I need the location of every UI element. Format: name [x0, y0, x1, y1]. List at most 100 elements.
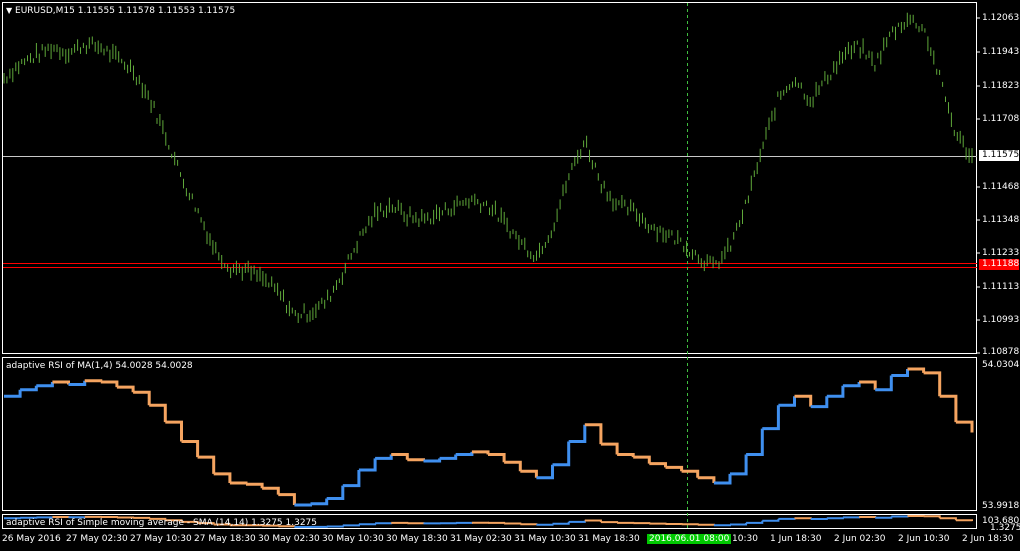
rsi-segment — [552, 441, 571, 467]
rsi-segment — [939, 394, 958, 423]
rsi-top-value: 54.0304 — [982, 360, 1020, 370]
time-label: 1 Jun 18:30 — [770, 534, 822, 544]
rsi-segment — [455, 451, 474, 456]
rsi-segment — [520, 523, 538, 526]
rsi-segment — [342, 524, 360, 527]
rsi-segment — [326, 525, 344, 528]
rsi-segment — [617, 453, 635, 458]
rsi-segment — [923, 515, 941, 519]
rsi-segment — [36, 382, 54, 388]
time-label: 31 May 10:30 — [514, 534, 576, 544]
rsi-segment — [213, 472, 232, 483]
rsi-segment — [600, 521, 619, 524]
price-axis-label: 1.11233 — [982, 248, 1020, 258]
rsi-segment — [84, 379, 103, 383]
rsi-segment — [778, 517, 796, 520]
rsi-segment — [923, 371, 942, 397]
rsi-segment — [391, 453, 409, 460]
rsi-segment — [584, 519, 602, 523]
time-label: 10:30 — [732, 534, 758, 544]
rsi-segment — [730, 454, 748, 476]
price-axis-label: 1.11113 — [982, 282, 1020, 292]
rsi-segment — [116, 385, 135, 393]
rsi-segment — [407, 458, 425, 462]
time-label: 30 May 10:30 — [322, 534, 384, 544]
rsi-segment — [746, 428, 764, 456]
rsi-segment — [955, 420, 974, 433]
chart-header: ▼ EURUSD,M15 1.11555 1.11578 1.11553 1.1… — [6, 6, 235, 16]
price-axis-label: 1.11943 — [982, 47, 1020, 57]
rsi-segment — [358, 458, 377, 472]
price-axis-label: 1.10993 — [982, 315, 1020, 325]
time-label: 2 Jun 02:30 — [834, 534, 886, 544]
triangle-down-icon[interactable]: ▼ — [6, 6, 12, 15]
time-label: 31 May 18:30 — [578, 534, 640, 544]
time-label: 26 May 2016 — [2, 534, 61, 544]
time-label: 27 May 10:30 — [130, 534, 192, 544]
time-label: 27 May 18:30 — [194, 534, 256, 544]
rsi-segment — [584, 423, 603, 445]
rsi-segment — [197, 455, 216, 474]
rsi-segment — [20, 385, 38, 392]
sma-bottom-value: 1.3275 — [990, 523, 1020, 533]
rsi-segment — [165, 420, 183, 442]
rsi-segment — [794, 517, 812, 520]
price-axis-label: 1.11708 — [982, 114, 1020, 124]
rsi-segment — [713, 524, 731, 527]
rsi-segment — [504, 460, 522, 472]
time-label: 2 Jun 10:30 — [898, 534, 950, 544]
rsi-segment — [133, 390, 151, 406]
rsi-segment — [907, 367, 926, 373]
rsi-segment — [713, 473, 732, 485]
rsi-segment — [859, 516, 877, 518]
rsi-segment — [520, 469, 538, 478]
rsi-segment — [778, 396, 796, 407]
rsi-segment — [568, 424, 587, 443]
time-label: 27 May 02:30 — [66, 534, 128, 544]
time-label: 30 May 02:30 — [258, 534, 320, 544]
time-label: 30 May 18:30 — [386, 534, 448, 544]
time-label: 31 May 02:30 — [450, 534, 512, 544]
rsi-segment — [826, 517, 844, 520]
rsi-segment — [649, 462, 667, 468]
rsi-segment — [262, 486, 280, 495]
rsi-segment — [762, 405, 780, 431]
current-price-tag: 1.11575 — [979, 150, 1019, 161]
rsi-segment — [842, 382, 861, 388]
rsi-segment — [875, 516, 893, 519]
symbol-title: EURUSD,M15 1.11555 1.11578 1.11553 1.115… — [15, 6, 236, 16]
price-axis-label: 1.11468 — [982, 182, 1020, 192]
rsi-panel-title: adaptive RSI of MA(1,4) 54.0028 54.0028 — [6, 361, 193, 371]
sma-panel-title: adaptive RSI of Simple moving average - … — [6, 518, 317, 528]
rsi-segment — [730, 522, 748, 526]
rsi-segment — [375, 454, 393, 460]
rsi-segment — [762, 518, 780, 522]
rsi-segment — [278, 493, 296, 505]
time-label: 2 Jun 18:30 — [962, 534, 1014, 544]
rsi-segment — [149, 403, 167, 423]
price-candles — [3, 12, 973, 323]
rsi-segment — [294, 503, 312, 507]
rsi-segment — [326, 485, 345, 500]
rsi-segment — [875, 375, 893, 392]
rsi-bottom-value: 53.9918 — [982, 501, 1020, 511]
rsi-segment — [955, 519, 973, 522]
price-axis-label: 1.11823 — [982, 81, 1020, 91]
crosshair-time-label: 2016.06.01 08:00 — [647, 534, 732, 544]
rsi-segment — [488, 453, 506, 463]
rsi-segment — [939, 517, 957, 521]
price-axis-label: 1.11348 — [982, 215, 1020, 225]
chart-canvas — [2, 2, 980, 529]
rsi-segment — [552, 521, 570, 525]
rsi-segment — [697, 476, 716, 483]
rsi-segment — [633, 522, 651, 525]
rsi-segment — [891, 369, 909, 377]
rsi-line — [4, 367, 974, 507]
price-axis-ticks — [977, 17, 980, 354]
rsi-segment — [681, 469, 700, 478]
rsi-segment — [439, 454, 458, 460]
rsi-segment — [423, 458, 442, 463]
rsi-panel-frame — [2, 357, 977, 511]
rsi-segment — [358, 523, 377, 526]
rsi-segment — [665, 465, 684, 472]
